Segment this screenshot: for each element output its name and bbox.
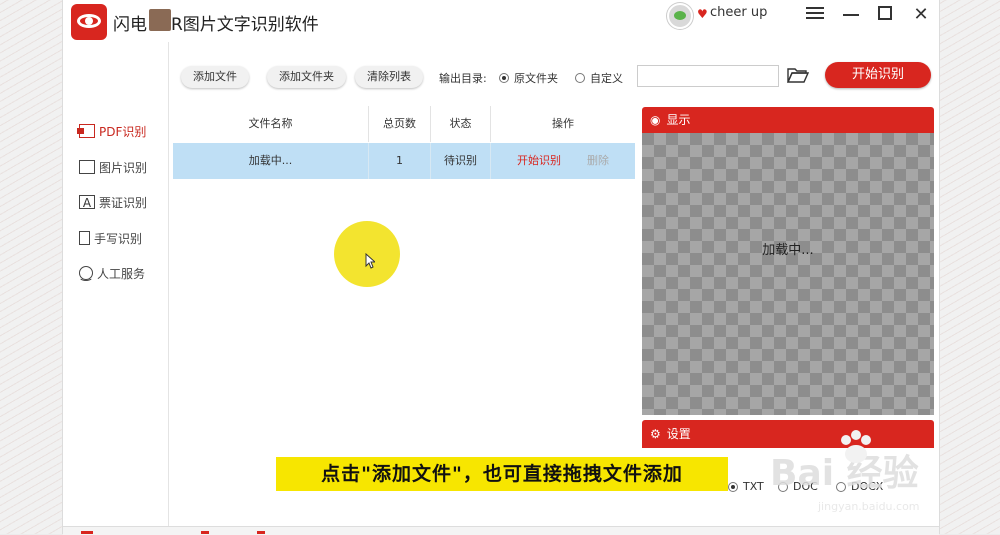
sidebar: PDF识别 图片识别 A 票证识别 手写识别 ‿ 人工服务 <box>63 42 169 528</box>
header-status: 状态 <box>431 106 491 142</box>
wechat-avatar-icon[interactable] <box>667 3 693 29</box>
sidebar-item-handwriting[interactable]: 手写识别 <box>79 227 142 249</box>
sidebar-item-ticket[interactable]: A 票证识别 <box>79 191 147 213</box>
gear-icon: ⚙ <box>650 427 661 441</box>
sidebar-item-label: PDF识别 <box>99 124 147 139</box>
tutorial-caption: 点击"添加文件"，也可直接拖拽文件添加 <box>276 457 728 491</box>
preview-panel: ◉ 显示 加载中... <box>642 107 934 415</box>
header-actions: 操作 <box>552 117 574 130</box>
radio-label: 原文件夹 <box>514 72 558 85</box>
radio-label: 自定义 <box>590 72 623 85</box>
preview-canvas <box>642 133 934 415</box>
minimize-icon[interactable] <box>839 4 863 26</box>
sidebar-item-service[interactable]: ‿ 人工服务 <box>79 262 145 284</box>
baidu-paw-icon <box>841 430 871 463</box>
radio-dot-icon <box>575 73 585 83</box>
clear-list-button[interactable]: 清除列表 <box>355 66 423 88</box>
radio-custom-folder[interactable]: 自定义 <box>575 70 623 86</box>
add-folder-button[interactable]: 添加文件夹 <box>267 66 346 88</box>
close-icon[interactable]: ✕ <box>909 4 933 26</box>
image-icon <box>79 160 95 174</box>
cell-filename: 加载中... <box>173 143 369 179</box>
heart-icon: ♥ <box>697 7 708 21</box>
preview-header: ◉ 显示 <box>642 107 934 133</box>
mouse-cursor-icon <box>365 253 375 269</box>
settings-title: 设置 <box>666 427 691 441</box>
row-delete-link[interactable]: 删除 <box>587 143 609 179</box>
cell-actions: 开始识别 删除 <box>491 143 635 179</box>
sidebar-item-label: 票证识别 <box>99 195 148 210</box>
sidebar-item-label: 图片识别 <box>99 160 148 175</box>
title-bar: 闪电 R图片文字识别软件 ♥ cheer up ✕ <box>63 0 939 42</box>
start-recognition-button[interactable]: 开始识别 <box>825 62 931 88</box>
smile-icon: ‿ <box>79 266 93 281</box>
format-txt-radio[interactable]: TXT <box>728 480 764 493</box>
table-header: 文件名称 总页数 状态 操作 <box>173 106 635 142</box>
app-title-suffix: R图片文字识别软件 <box>171 15 319 35</box>
title-avatar-image <box>149 9 171 31</box>
radio-dot-icon <box>499 73 509 83</box>
header-pages: 总页数 <box>369 106 431 142</box>
toolbar: 添加文件 添加文件夹 清除列表 输出目录: 原文件夹 自定义 开始识别 <box>169 48 939 102</box>
format-label: TXT <box>743 480 764 493</box>
sidebar-item-pdf[interactable]: PDF识别 <box>77 120 147 142</box>
watermark-sub: jingyan.baidu.com <box>818 500 920 513</box>
ticket-icon: A <box>79 195 95 210</box>
header-filename: 文件名称 <box>173 106 369 142</box>
output-path-input[interactable] <box>637 65 779 87</box>
radio-original-folder[interactable]: 原文件夹 <box>499 70 558 86</box>
row-start-link[interactable]: 开始识别 <box>517 143 561 179</box>
radio-dot-icon <box>728 481 738 492</box>
sidebar-item-label: 手写识别 <box>94 231 143 246</box>
menu-icon[interactable] <box>803 4 827 26</box>
maximize-icon[interactable] <box>873 4 897 26</box>
preview-loading-text: 加载中... <box>762 243 814 258</box>
add-file-button[interactable]: 添加文件 <box>181 66 249 88</box>
username[interactable]: cheer up <box>710 5 767 20</box>
pdf-icon <box>77 124 95 138</box>
eye-icon: ◉ <box>650 113 661 127</box>
preview-title: 显示 <box>666 113 691 127</box>
cell-pages: 1 <box>369 143 431 179</box>
table-row[interactable]: 加载中... 1 待识别 开始识别 删除 <box>173 143 635 179</box>
open-folder-icon[interactable] <box>787 67 809 83</box>
app-title-prefix: 闪电 <box>113 15 147 35</box>
app-logo-icon <box>71 4 107 40</box>
sidebar-item-image[interactable]: 图片识别 <box>79 156 147 178</box>
cell-status: 待识别 <box>431 143 491 179</box>
sidebar-item-label: 人工服务 <box>97 266 146 281</box>
handwriting-icon <box>79 231 90 245</box>
output-dir-label: 输出目录: <box>439 72 487 85</box>
